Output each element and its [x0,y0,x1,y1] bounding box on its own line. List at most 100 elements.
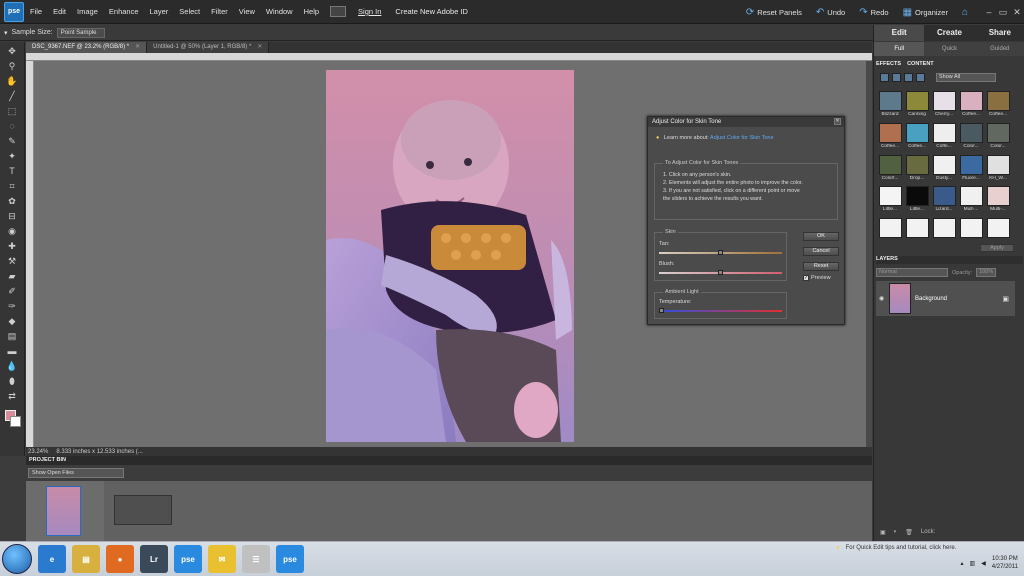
effect-thumbnail[interactable]: Dusty... [932,154,956,183]
menu-filter[interactable]: Filter [211,7,228,16]
type-tool-icon[interactable]: T [5,165,19,177]
marquee-tool-icon[interactable]: ⬚ [5,105,19,117]
effect-thumbnail[interactable] [905,218,929,241]
all-effects-icon[interactable] [916,73,925,82]
preview-checkbox[interactable]: ✓ [803,275,809,281]
move-tool-icon[interactable]: ✥ [5,45,19,57]
eyedropper-tool-icon[interactable]: ╱ [5,90,19,102]
hand-tool-icon[interactable]: ✋ [5,75,19,87]
effect-thumbnail[interactable]: Color... [959,122,983,151]
brush-tool-icon[interactable]: ✐ [5,285,19,297]
zoom-tool-icon[interactable]: ⚲ [5,60,19,72]
menu-enhance[interactable]: Enhance [109,7,139,16]
tab-close-icon[interactable]: ✕ [257,44,262,50]
temperature-slider-thumb[interactable] [659,308,664,313]
quick-edit-tip[interactable]: ● For Quick Edit tips and tutorial, clic… [836,542,956,554]
menu-image[interactable]: Image [77,7,98,16]
tab-edit[interactable]: Edit [874,25,925,41]
taskbar-internet-explorer-icon[interactable]: e [38,545,66,573]
effect-thumbnail[interactable]: Fluore... [959,154,983,183]
blur-tool-icon[interactable]: 💧 [5,360,19,372]
menu-view[interactable]: View [239,7,255,16]
undo-button[interactable]: ↶ Undo [816,7,845,18]
organizer-button[interactable]: ▦ Organizer [903,7,948,18]
taskbar-mail-icon[interactable]: ✉ [208,545,236,573]
content-tab[interactable]: CONTENT [907,61,934,69]
clone-stamp-tool-icon[interactable]: ⚒ [5,255,19,267]
taskbar-file-explorer-icon[interactable]: ▤ [72,545,100,573]
effect-thumbnail[interactable]: Colorf... [878,154,902,183]
shape-tool-icon[interactable]: ▬ [5,345,19,357]
vertical-scrollbar[interactable] [866,61,872,447]
effect-thumbnail[interactable]: Coffee... [959,91,983,119]
effect-thumbnail[interactable] [959,218,983,241]
tan-slider-thumb[interactable] [718,250,723,255]
effect-thumbnail[interactable]: Little... [905,186,929,214]
menu-window[interactable]: Window [266,7,293,16]
healing-brush-tool-icon[interactable]: ✚ [5,240,19,252]
tab-create[interactable]: Create [924,25,975,41]
blend-mode-select[interactable]: Normal [876,268,948,277]
blush-slider[interactable] [659,270,782,275]
learn-more-link[interactable]: Adjust Color for Skin Tone [710,135,774,141]
effect-thumbnail[interactable]: Mult-... [959,186,983,214]
reset-panels-button[interactable]: ⟳ Reset Panels [746,7,802,18]
preview-checkbox-row[interactable]: ✓ Preview [803,275,831,281]
sponge-tool-icon[interactable]: ⬮ [5,375,19,387]
smart-brush-tool-icon[interactable]: ✑ [5,300,19,312]
taskbar-pse-editor-icon[interactable]: pse [174,545,202,573]
filters-icon[interactable] [880,73,889,82]
tray-arrow-icon[interactable]: ▴ [960,560,963,567]
apply-button[interactable]: Apply [980,244,1014,252]
create-adobe-id-link[interactable]: Create New Adobe ID [395,7,468,16]
swap-colors-icon[interactable]: ⇄ [5,390,19,402]
red-eye-tool-icon[interactable]: ◉ [5,225,19,237]
effect-thumbnail[interactable]: Coffee... [905,122,929,151]
blush-slider-thumb[interactable] [718,270,723,275]
sign-in-link[interactable]: Sign In [358,7,381,16]
project-bin-header[interactable]: PROJECT BIN [26,456,872,465]
effects-filter-select[interactable]: Show All [936,73,996,82]
effect-thumbnail[interactable] [932,218,956,241]
layer-row-background[interactable]: ◉ Background ▣ [876,281,1015,316]
cookie-cutter-tool-icon[interactable]: ✿ [5,195,19,207]
effect-thumbnail[interactable]: Little... [878,186,902,214]
zoom-level[interactable]: 23.24% [28,449,48,455]
effect-thumbnail[interactable]: Canning [905,91,929,119]
temperature-slider[interactable] [659,308,782,313]
subtab-quick[interactable]: Quick [924,42,974,56]
effect-thumbnail[interactable] [986,218,1010,241]
gradient-tool-icon[interactable]: ▤ [5,330,19,342]
new-layer-icon[interactable]: ▣ [880,529,886,536]
network-icon[interactable]: ▥ [969,560,975,567]
maximize-icon[interactable]: ▭ [996,6,1010,18]
sample-size-select[interactable]: Point Sample [56,27,105,38]
home-button[interactable]: ⌂ [962,7,968,18]
menu-layer[interactable]: Layer [150,7,169,16]
quick-selection-tool-icon[interactable]: ✎ [5,135,19,147]
effect-thumbnail[interactable]: KH_W... [986,154,1010,183]
adjustment-layer-icon[interactable]: ◐ [894,529,898,535]
effect-thumbnail[interactable]: Color... [986,122,1010,151]
menu-select[interactable]: Select [179,7,200,16]
menu-help[interactable]: Help [304,7,319,16]
tan-slider[interactable] [659,250,782,255]
minimize-icon[interactable]: – [982,6,996,18]
show-files-select[interactable]: Show Open Files [28,467,124,478]
redo-button[interactable]: ↷ Redo [859,7,888,18]
cancel-button[interactable]: Cancel [803,247,839,256]
lasso-tool-icon[interactable]: ◌ [5,120,19,132]
eraser-tool-icon[interactable]: ▰ [5,270,19,282]
subtab-guided[interactable]: Guided [975,42,1024,56]
tab-untitled-1[interactable]: Untitled-1 @ 50% (Layer 1, RGB/8) * ✕ [147,42,270,53]
subtab-full[interactable]: Full [874,42,925,56]
layers-panel-header[interactable]: LAYERS [876,256,1023,264]
photo-effects-icon[interactable] [904,73,913,82]
effect-thumbnail[interactable]: Cherry... [932,91,956,119]
paint-bucket-tool-icon[interactable]: ◆ [5,315,19,327]
tab-dsc-9367[interactable]: DSC_9367.NEF @ 23.2% (RGB/8) * ✕ [26,42,148,53]
tab-close-icon[interactable]: ✕ [135,44,140,50]
menu-edit[interactable]: Edit [53,7,66,16]
effects-tab[interactable]: EFFECTS [876,61,901,69]
bin-thumb-dsc-9367[interactable] [46,486,81,536]
